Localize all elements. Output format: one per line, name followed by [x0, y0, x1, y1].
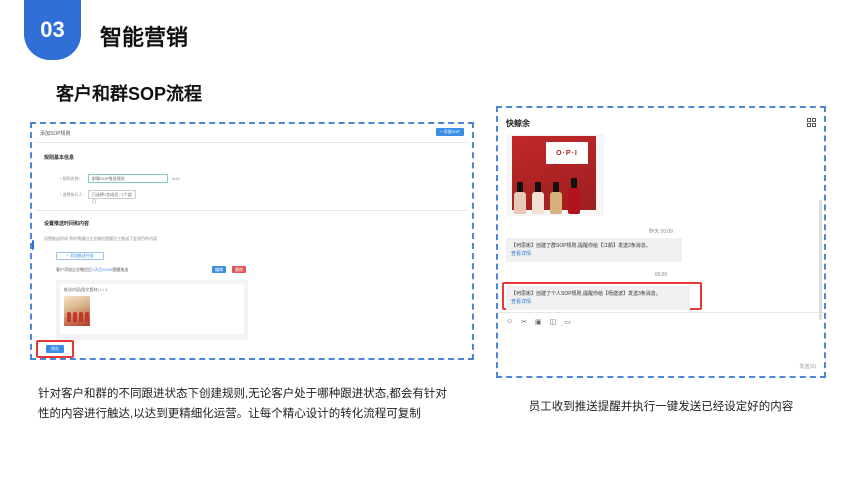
- scissors-icon[interactable]: ✂: [521, 318, 527, 326]
- task-tail: 提醒推送: [112, 267, 129, 272]
- basic-info-heading: 规则基本信息: [44, 155, 75, 161]
- save-button[interactable]: 保存: [46, 345, 64, 353]
- push-task-row: 客户添加企业微信后1天后09:00提醒推送: [56, 267, 128, 273]
- bottle: [550, 182, 562, 214]
- bottle: [532, 182, 544, 214]
- message-text: 【何思彬】创建了群SOP规则,提醒你给【江颜】发送2条消息。: [511, 243, 651, 249]
- message-preview: 推送内容(图文素材) 1 / 1: [56, 280, 248, 340]
- message-text: 推送内容(图文素材) 1 / 1: [64, 287, 108, 292]
- delete-task-button[interactable]: 删除: [232, 266, 246, 273]
- brand-logo: O·P·I: [546, 142, 588, 164]
- bottle: [568, 178, 580, 214]
- input-toolbar: ☺ ✂ ▣ ◫ ▭: [506, 318, 571, 326]
- executor-label: * 选择执行人:: [60, 192, 84, 197]
- send-button[interactable]: 发送(S): [799, 363, 816, 370]
- view-details-link[interactable]: 查看详情: [511, 298, 685, 306]
- timestamp: 00:00: [654, 272, 668, 278]
- push-settings-heading: 设置推送时间和内容: [44, 221, 90, 227]
- left-caption: 针对客户和群的不同跟进状态下创建规则,无论客户处于哪种跟进状态,都会有针对性的内…: [38, 388, 447, 420]
- page-subtitle: 客户和群SOP流程: [56, 84, 203, 104]
- task-time: 1天后09:00: [92, 267, 113, 272]
- divider: [36, 142, 468, 143]
- grid-icon[interactable]: [807, 118, 816, 127]
- timestamp: 昨天 20:09: [649, 229, 673, 235]
- message-image: [64, 296, 90, 326]
- task-text: 客户添加企业微信后: [56, 267, 92, 272]
- add-push-task-button[interactable]: + 添加推送任务: [56, 252, 104, 260]
- message-bubble: 【何思彬】创建了群SOP规则,提醒你给【江颜】发送2条消息。 查看详情: [506, 238, 682, 262]
- rule-name-counter: 0/20: [172, 176, 180, 181]
- section-number: 03: [40, 17, 65, 42]
- image-icon[interactable]: ▣: [535, 318, 542, 326]
- add-sop-button[interactable]: + 添加SOP: [436, 128, 464, 136]
- push-description: 设置推送时间,到时将通过企业微信提醒员工推送了此项目的内容: [44, 236, 158, 241]
- section-title: 智能营销: [100, 25, 189, 50]
- rule-name-input[interactable]: 群聊SOP推送规则: [88, 174, 168, 183]
- panel-handle: [32, 240, 34, 250]
- bottle: [514, 182, 526, 214]
- message-card: 推送内容(图文素材) 1 / 1: [60, 284, 244, 334]
- executor-selector[interactable]: 已选择1名成员 / 1个部门: [88, 190, 136, 204]
- screenshot-icon[interactable]: ◫: [550, 318, 557, 326]
- chat-window-screenshot: 快鲸余 O·P·I 昨天 20:09 【何思彬】创建了群SOP规则,提醒你给【江…: [496, 106, 826, 378]
- product-image: O·P·I: [506, 134, 604, 216]
- edit-task-button[interactable]: 编辑: [212, 266, 226, 273]
- save-highlight: 保存: [36, 340, 74, 358]
- form-header-title: 添加SOP规则: [40, 131, 71, 137]
- divider: [498, 312, 824, 313]
- divider: [36, 210, 468, 211]
- rule-name-label: * 规则名称:: [60, 176, 80, 181]
- message-bubble: 【何思彬】创建了个人SOP规则,提醒你给【杨建波】发送3条消息。 查看详情: [506, 286, 690, 310]
- scrollbar[interactable]: [819, 200, 822, 320]
- sop-rule-form-screenshot: 添加SOP规则 + 添加SOP 规则基本信息 * 规则名称: 群聊SOP推送规则…: [30, 122, 474, 360]
- contact-name: 快鲸余: [506, 119, 530, 128]
- message-text: 【何思彬】创建了个人SOP规则,提醒你给【杨建波】发送3条消息。: [511, 291, 661, 297]
- smile-icon[interactable]: ☺: [506, 318, 513, 326]
- section-number-badge: 03: [24, 0, 81, 60]
- right-caption: 员工收到推送提醒并执行一键发送已经设定好的内容: [528, 401, 794, 413]
- folder-icon[interactable]: ▭: [564, 318, 571, 326]
- view-details-link[interactable]: 查看详情: [511, 250, 677, 258]
